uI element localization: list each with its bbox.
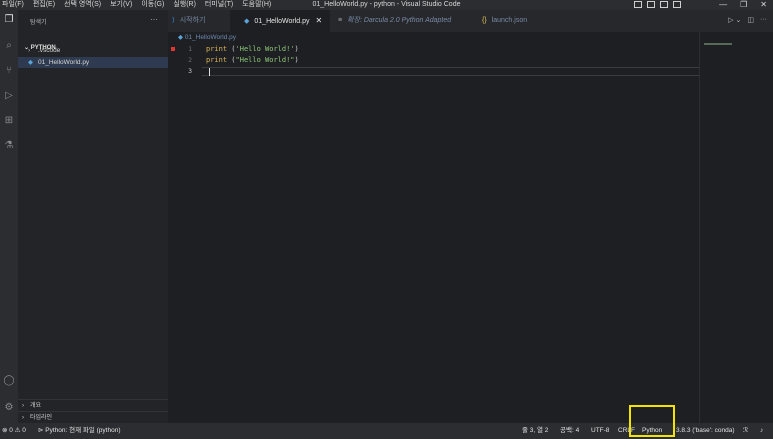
close-icon[interactable]: ✕ bbox=[760, 0, 767, 10]
text-cursor bbox=[209, 68, 210, 76]
explorer-icon[interactable]: ❐ bbox=[3, 14, 15, 26]
cursor-position[interactable]: 줄 3, 열 2 bbox=[522, 423, 548, 439]
run-debug-icon[interactable]: ▷ bbox=[3, 90, 15, 102]
problems-indicator[interactable]: ⊗ 0 ⚠ 0 bbox=[2, 423, 26, 439]
close-tab-icon[interactable]: ✕ bbox=[316, 16, 323, 25]
more-actions-icon[interactable]: ··· bbox=[150, 15, 158, 24]
breadcrumb[interactable]: ◆ 01_HelloWorld.py bbox=[178, 33, 236, 41]
activity-bar: ❐ ⌕ ⑂ ▷ ⊞ ⚗ ◯ ⚙ bbox=[0, 10, 18, 423]
tab-extension-darcula[interactable]: ≡ 확장: Darcula 2.0 Python Adapted bbox=[338, 10, 451, 32]
editor-actions: ▷ ⌄ ◫ ··· bbox=[728, 16, 767, 24]
editor-area: ⟩ 시작하기 ◆ 01_HelloWorld.py ✕ ≡ 확장: Darcula 2.… bbox=[168, 10, 773, 423]
maximize-icon[interactable]: ❐ bbox=[740, 0, 747, 10]
search-icon[interactable]: ⌕ bbox=[3, 40, 15, 52]
breakpoint-icon[interactable] bbox=[171, 47, 175, 51]
minimap[interactable] bbox=[704, 43, 732, 45]
indentation[interactable]: 공백: 4 bbox=[560, 423, 579, 439]
code-line[interactable]: print ('Hello World!') bbox=[206, 45, 299, 53]
current-line-highlight bbox=[202, 67, 699, 76]
python-file-icon: ◆ bbox=[178, 34, 183, 41]
python-file-icon: ◆ bbox=[28, 59, 33, 66]
python-file-icon: ◆ bbox=[244, 18, 250, 25]
toggle-secondary-sidebar-icon[interactable] bbox=[660, 1, 668, 8]
settings-gear-icon[interactable]: ⚙ bbox=[3, 402, 15, 414]
vscode-logo-icon: ⟩ bbox=[172, 17, 175, 24]
account-icon[interactable]: ◯ bbox=[3, 375, 15, 387]
tab-helloworld[interactable]: ◆ 01_HelloWorld.py ✕ bbox=[230, 10, 331, 32]
extensions-icon[interactable]: ⊞ bbox=[3, 115, 15, 127]
tree-item-vscode-folder[interactable]: › .vscode bbox=[18, 45, 168, 56]
toggle-sidebar-icon[interactable] bbox=[634, 1, 642, 8]
tab-launch-json[interactable]: {} launch.json bbox=[482, 10, 527, 32]
editor-scrollbar[interactable] bbox=[699, 32, 700, 423]
title-bar: 파일(F) 편집(E) 선택 영역(S) 보기(V) 이동(G) 실행(R) 터… bbox=[0, 0, 773, 10]
tree-item-helloworld-file[interactable]: ◆ 01_HelloWorld.py bbox=[18, 57, 168, 68]
minimize-icon[interactable]: — bbox=[719, 0, 727, 10]
explorer-sidebar: 탐색기 ··· ⌄ PYTHON › .vscode ◆ 01_HelloWor… bbox=[18, 10, 168, 423]
line-number: 3 bbox=[188, 67, 192, 75]
line-number: 1 bbox=[188, 45, 192, 53]
editor-tabs: ⟩ 시작하기 ◆ 01_HelloWorld.py ✕ ≡ 확장: Darcula 2.… bbox=[168, 10, 773, 32]
sidebar-title: 탐색기 bbox=[30, 20, 47, 26]
code-line[interactable]: print ("Hello World!") bbox=[206, 56, 299, 64]
annotation-highlight-box bbox=[629, 405, 675, 437]
debug-config-indicator[interactable]: ⊳ Python: 현재 파일 (python) bbox=[38, 423, 121, 439]
window-controls: — ❐ ✕ bbox=[719, 0, 767, 10]
feedback-icon[interactable]: ℛ bbox=[743, 423, 748, 439]
chevron-right-icon: › bbox=[28, 47, 31, 54]
customize-layout-icon[interactable] bbox=[673, 1, 681, 8]
source-control-icon[interactable]: ⑂ bbox=[3, 65, 15, 77]
extension-icon: ≡ bbox=[338, 17, 343, 24]
json-braces-icon: {} bbox=[482, 17, 487, 24]
python-interpreter[interactable]: 3.8.3 ('base': conda) bbox=[676, 423, 735, 439]
toggle-panel-icon[interactable] bbox=[647, 1, 655, 8]
tab-welcome[interactable]: ⟩ 시작하기 bbox=[172, 10, 206, 32]
split-editor-icon[interactable]: ◫ bbox=[747, 16, 754, 24]
layout-controls bbox=[634, 1, 681, 8]
line-number: 2 bbox=[188, 56, 192, 64]
notifications-icon[interactable]: ♪ bbox=[760, 423, 763, 439]
run-file-icon[interactable]: ▷ ⌄ bbox=[728, 16, 741, 24]
testing-icon[interactable]: ⚗ bbox=[3, 140, 15, 152]
more-actions-icon[interactable]: ··· bbox=[760, 16, 767, 24]
encoding[interactable]: UTF-8 bbox=[591, 423, 609, 439]
